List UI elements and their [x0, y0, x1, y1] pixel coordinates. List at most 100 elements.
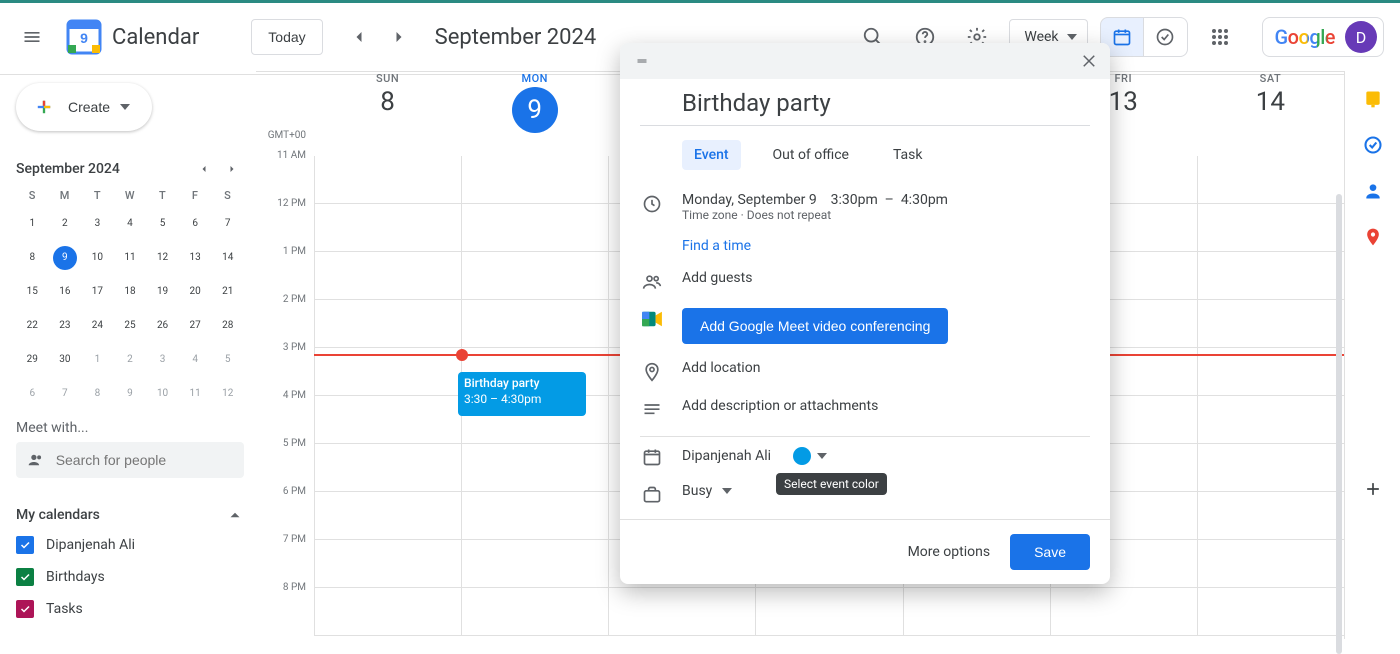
mini-day[interactable]: 25	[118, 314, 142, 338]
day-column[interactable]	[1197, 156, 1344, 636]
mini-prev-month[interactable]	[192, 157, 216, 181]
prev-week-button[interactable]	[343, 21, 375, 53]
mini-day[interactable]: 9	[118, 382, 142, 406]
time-slot[interactable]	[462, 588, 608, 636]
calendar-list-item[interactable]: Dipanjenah Ali	[16, 536, 244, 554]
today-button[interactable]: Today	[251, 19, 322, 55]
time-slot[interactable]	[756, 588, 902, 636]
time-slot[interactable]	[462, 540, 608, 588]
mini-day[interactable]: 5	[151, 212, 175, 236]
time-slot[interactable]	[1051, 588, 1197, 636]
mini-day[interactable]: 24	[85, 314, 109, 338]
mini-day[interactable]: 19	[151, 280, 175, 304]
people-search[interactable]	[16, 442, 244, 478]
mini-day[interactable]: 11	[118, 246, 142, 270]
mini-day[interactable]: 22	[20, 314, 44, 338]
mini-day[interactable]: 8	[85, 382, 109, 406]
add-addon-button[interactable]	[1363, 479, 1383, 499]
mini-day[interactable]: 16	[53, 280, 77, 304]
time-slot[interactable]	[315, 300, 461, 348]
time-slot[interactable]	[1198, 396, 1344, 444]
time-slot[interactable]	[462, 300, 608, 348]
mini-day[interactable]: 7	[216, 212, 240, 236]
time-slot[interactable]	[609, 588, 755, 636]
calendar-list-item[interactable]: Birthdays	[16, 568, 244, 586]
time-slot[interactable]	[462, 444, 608, 492]
mini-day[interactable]: 14	[216, 246, 240, 270]
mini-day[interactable]: 2	[118, 348, 142, 372]
mini-day[interactable]: 17	[85, 280, 109, 304]
account-chip[interactable]: Google D	[1262, 17, 1384, 57]
mini-day[interactable]: 4	[118, 212, 142, 236]
google-apps-button[interactable]	[1200, 17, 1240, 57]
find-a-time-link[interactable]: Find a time	[682, 238, 1090, 254]
next-week-button[interactable]	[383, 21, 415, 53]
time-slot[interactable]	[315, 540, 461, 588]
time-slot[interactable]	[1198, 252, 1344, 300]
day-header[interactable]: MON9	[461, 72, 608, 156]
mini-day[interactable]: 20	[183, 280, 207, 304]
day-header[interactable]: SAT14	[1197, 72, 1344, 156]
mini-day[interactable]: 8	[20, 246, 44, 270]
my-calendars-header[interactable]: My calendars	[16, 506, 244, 524]
time-slot[interactable]	[1198, 204, 1344, 252]
mini-day[interactable]: 27	[183, 314, 207, 338]
mini-day[interactable]: 4	[183, 348, 207, 372]
time-slot[interactable]	[1198, 156, 1344, 204]
tab-event[interactable]: Event	[682, 140, 741, 170]
mini-day[interactable]: 12	[216, 382, 240, 406]
event-datetime[interactable]: Monday, September 9 3:30pm – 4:30pm	[682, 192, 1090, 208]
day-header[interactable]: SUN8	[314, 72, 461, 156]
mini-day[interactable]: 21	[216, 280, 240, 304]
time-slot[interactable]	[1198, 300, 1344, 348]
mini-day[interactable]: 5	[216, 348, 240, 372]
add-location-field[interactable]: Add location	[682, 360, 1090, 376]
time-slot[interactable]	[1198, 444, 1344, 492]
save-button[interactable]: Save	[1010, 534, 1090, 570]
tab-out-of-office[interactable]: Out of office	[761, 140, 861, 170]
time-slot[interactable]	[462, 492, 608, 540]
mini-day[interactable]: 26	[151, 314, 175, 338]
add-description-field[interactable]: Add description or attachments	[682, 398, 1090, 414]
mini-day[interactable]: 29	[20, 348, 44, 372]
close-icon[interactable]	[1080, 52, 1098, 70]
time-slot[interactable]	[315, 156, 461, 204]
event-chip-birthday[interactable]: Birthday party 3:30 – 4:30pm	[458, 372, 586, 416]
main-menu-button[interactable]	[8, 13, 56, 61]
time-slot[interactable]	[1198, 588, 1344, 636]
event-color-selector[interactable]	[789, 445, 831, 467]
mini-day[interactable]: 6	[20, 382, 44, 406]
avatar[interactable]: D	[1345, 21, 1377, 53]
visibility-selector[interactable]: Busy	[682, 483, 712, 499]
keep-icon[interactable]	[1363, 89, 1383, 109]
event-tz-repeat[interactable]: Time zone · Does not repeat	[682, 208, 1090, 222]
create-button[interactable]: Create	[16, 83, 152, 131]
checkbox-icon[interactable]	[16, 568, 34, 586]
checkbox-icon[interactable]	[16, 600, 34, 618]
mini-day[interactable]: 1	[85, 348, 109, 372]
add-google-meet-button[interactable]: Add Google Meet video conferencing	[682, 308, 948, 344]
time-slot[interactable]	[315, 252, 461, 300]
drag-handle-icon[interactable]	[632, 55, 652, 67]
mini-day[interactable]: 10	[151, 382, 175, 406]
mini-day[interactable]: 2	[53, 212, 77, 236]
time-slot[interactable]	[315, 396, 461, 444]
tab-task[interactable]: Task	[881, 140, 935, 170]
mini-day[interactable]: 15	[20, 280, 44, 304]
time-slot[interactable]	[315, 444, 461, 492]
mini-next-month[interactable]	[220, 157, 244, 181]
mini-day[interactable]: 3	[151, 348, 175, 372]
mini-day[interactable]: 7	[53, 382, 77, 406]
time-slot[interactable]	[462, 156, 608, 204]
maps-icon[interactable]	[1363, 227, 1383, 247]
mini-day[interactable]: 28	[216, 314, 240, 338]
event-title-input[interactable]: Birthday party	[640, 89, 1090, 126]
mini-day[interactable]: 13	[183, 246, 207, 270]
calendar-list-item[interactable]: Tasks	[16, 600, 244, 618]
mini-day[interactable]: 18	[118, 280, 142, 304]
add-guests-field[interactable]: Add guests	[682, 270, 1090, 286]
mini-day[interactable]: 1	[20, 212, 44, 236]
tasks-icon[interactable]	[1363, 135, 1383, 155]
scrollbar-thumb[interactable]	[1336, 194, 1342, 654]
mini-day[interactable]: 9	[53, 246, 77, 270]
